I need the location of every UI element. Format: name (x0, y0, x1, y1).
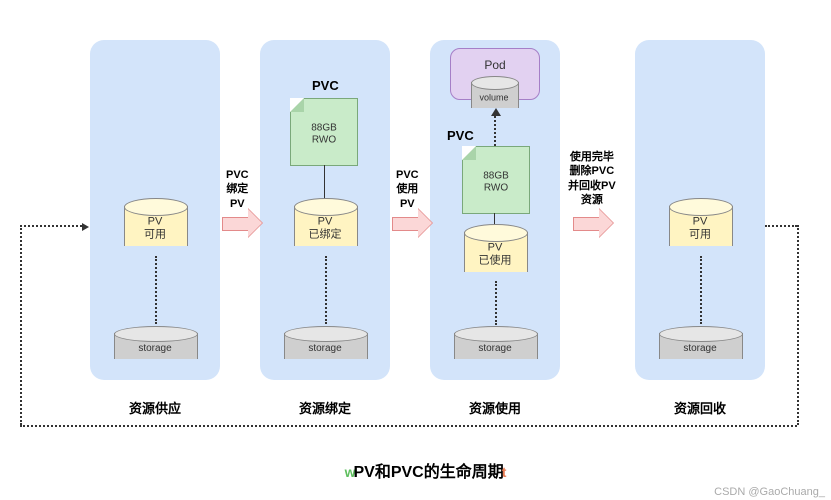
loop-connector-arrow (20, 225, 82, 227)
pvc-spec: 88GB RWO (463, 170, 529, 194)
pv-cylinder: PV 已绑定 (294, 198, 356, 254)
diagram-title: PV和PVC的生命周期 (10, 458, 831, 482)
pv-cylinder: PV 可用 (669, 198, 731, 254)
pv-label: PV 已绑定 (294, 215, 356, 241)
storage-label: storage (284, 344, 366, 356)
arrow-label: 使用完毕 删除PVC 并回收PV 资源 (568, 150, 616, 207)
arrow-icon (222, 214, 260, 232)
arrow-label: PVC 绑定 PV (226, 168, 249, 211)
pvc-spec: 88GB RWO (291, 122, 357, 146)
stage-label: 资源绑定 (260, 398, 390, 417)
connector (325, 256, 327, 324)
pv-cylinder: PV 已使用 (464, 224, 526, 280)
pvc-title: PVC (447, 128, 474, 143)
pvc-title: PVC (312, 78, 339, 93)
pv-cylinder: PV 可用 (124, 198, 186, 254)
loop-connector (20, 425, 797, 427)
storage-cylinder: storage (659, 326, 741, 366)
storage-cylinder: storage (454, 326, 536, 366)
stage-label: 资源回收 (635, 398, 765, 417)
pvc-box: 88GB RWO (290, 98, 358, 166)
pv-label: PV 可用 (124, 215, 186, 241)
pv-label: PV 已使用 (464, 241, 526, 267)
loop-connector (20, 225, 22, 425)
connector-arrow-up (494, 116, 496, 146)
connector (324, 165, 325, 201)
loop-connector (765, 225, 797, 227)
pod-label: Pod (451, 58, 539, 72)
connector (155, 256, 157, 324)
storage-label: storage (114, 344, 196, 356)
storage-label: storage (659, 344, 741, 356)
credit-text: CSDN @GaoChuang_ (714, 486, 825, 498)
arrow-icon (573, 214, 611, 232)
storage-cylinder: storage (284, 326, 366, 366)
pvc-box: 88GB RWO (462, 146, 530, 214)
storage-label: storage (454, 344, 536, 356)
stage-label: 资源使用 (430, 398, 560, 417)
stage-label: 资源供应 (90, 398, 220, 417)
connector (495, 281, 497, 325)
diagram-canvas: PV 可用 storage PVC 88GB RWO PV 已绑定 storag… (10, 20, 820, 450)
loop-connector (797, 225, 799, 425)
arrow-label: PVC 使用 PV (396, 168, 419, 211)
storage-cylinder: storage (114, 326, 196, 366)
pv-label: PV 可用 (669, 215, 731, 241)
arrow-icon (392, 214, 430, 232)
connector (700, 256, 702, 324)
volume-label: volume (471, 93, 517, 104)
